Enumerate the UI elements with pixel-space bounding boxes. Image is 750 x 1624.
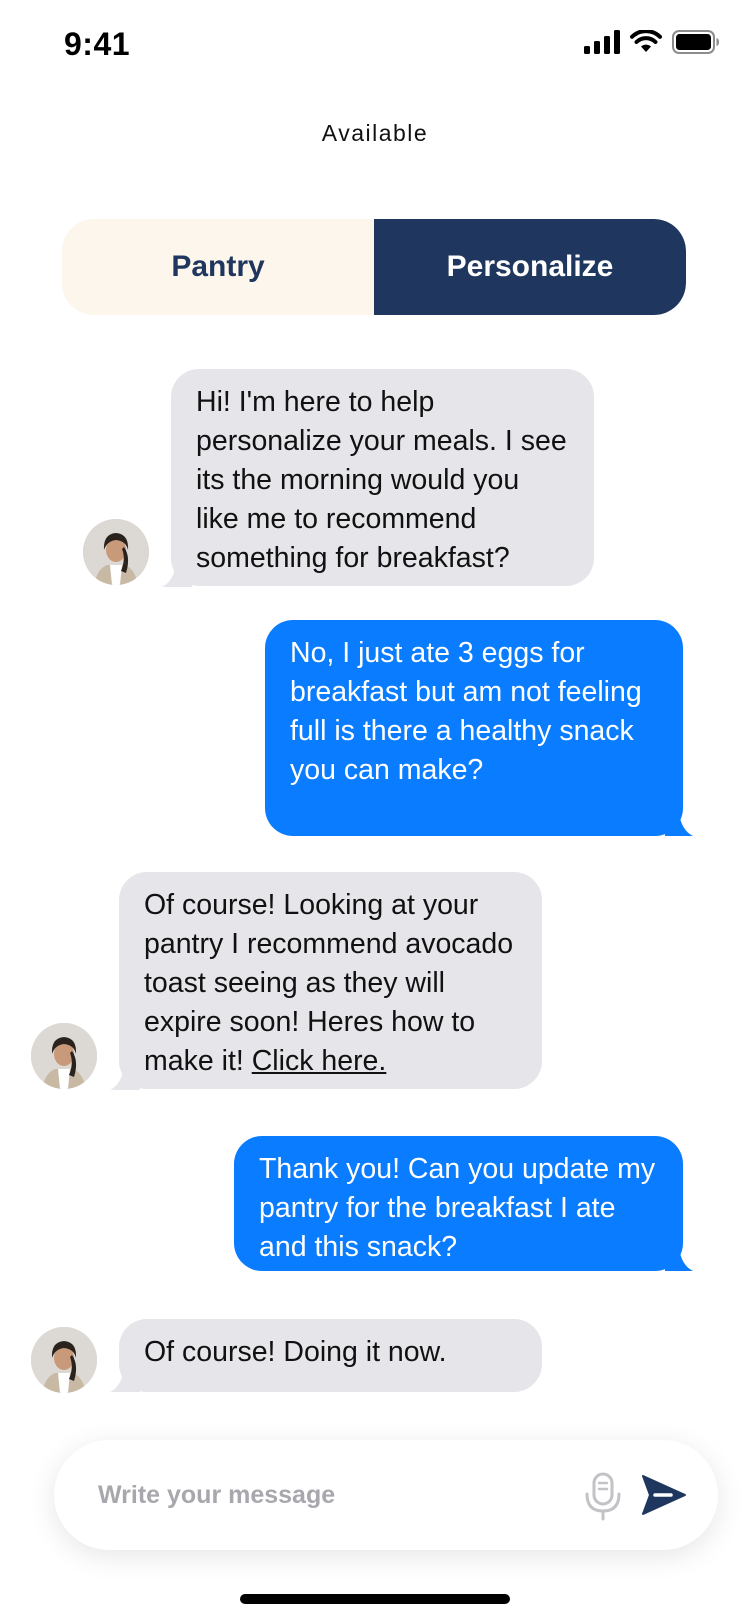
message-bubble-incoming: Hi! I'm here to help personalize your me… (171, 369, 594, 586)
availability-status: Available (321, 120, 429, 146)
avatar (31, 1327, 97, 1393)
message-bubble-incoming: Of course! Looking at your pantry I reco… (119, 872, 542, 1089)
avatar (31, 1023, 97, 1089)
battery-icon (672, 30, 719, 54)
send-icon (642, 1475, 686, 1515)
send-button[interactable] (637, 1468, 689, 1522)
segmented-control: Pantry Personalize (62, 219, 686, 315)
user-photo-icon (31, 1023, 97, 1089)
avatar (83, 519, 149, 585)
message-input[interactable] (98, 1470, 578, 1520)
user-photo-icon (31, 1327, 97, 1393)
message-bubble-outgoing: No, I just ate 3 eggs for breakfast but … (265, 620, 683, 836)
microphone-icon (585, 1472, 621, 1521)
tab-personalize[interactable]: Personalize (374, 219, 686, 315)
status-icons (584, 30, 720, 54)
microphone-button[interactable] (578, 1468, 628, 1522)
click-here-link[interactable]: Click here. (252, 1045, 387, 1077)
home-indicator (240, 1594, 510, 1604)
message-bubble-incoming: Of course! Doing it now. (119, 1319, 542, 1392)
message-composer (54, 1440, 718, 1550)
message-bubble-outgoing: Thank you! Can you update my pantry for … (234, 1136, 683, 1271)
status-time: 9:41 (64, 26, 131, 62)
user-photo-icon (83, 519, 149, 585)
cellular-signal-icon (584, 30, 620, 54)
wifi-icon (630, 30, 662, 52)
tab-pantry[interactable]: Pantry (62, 219, 374, 315)
